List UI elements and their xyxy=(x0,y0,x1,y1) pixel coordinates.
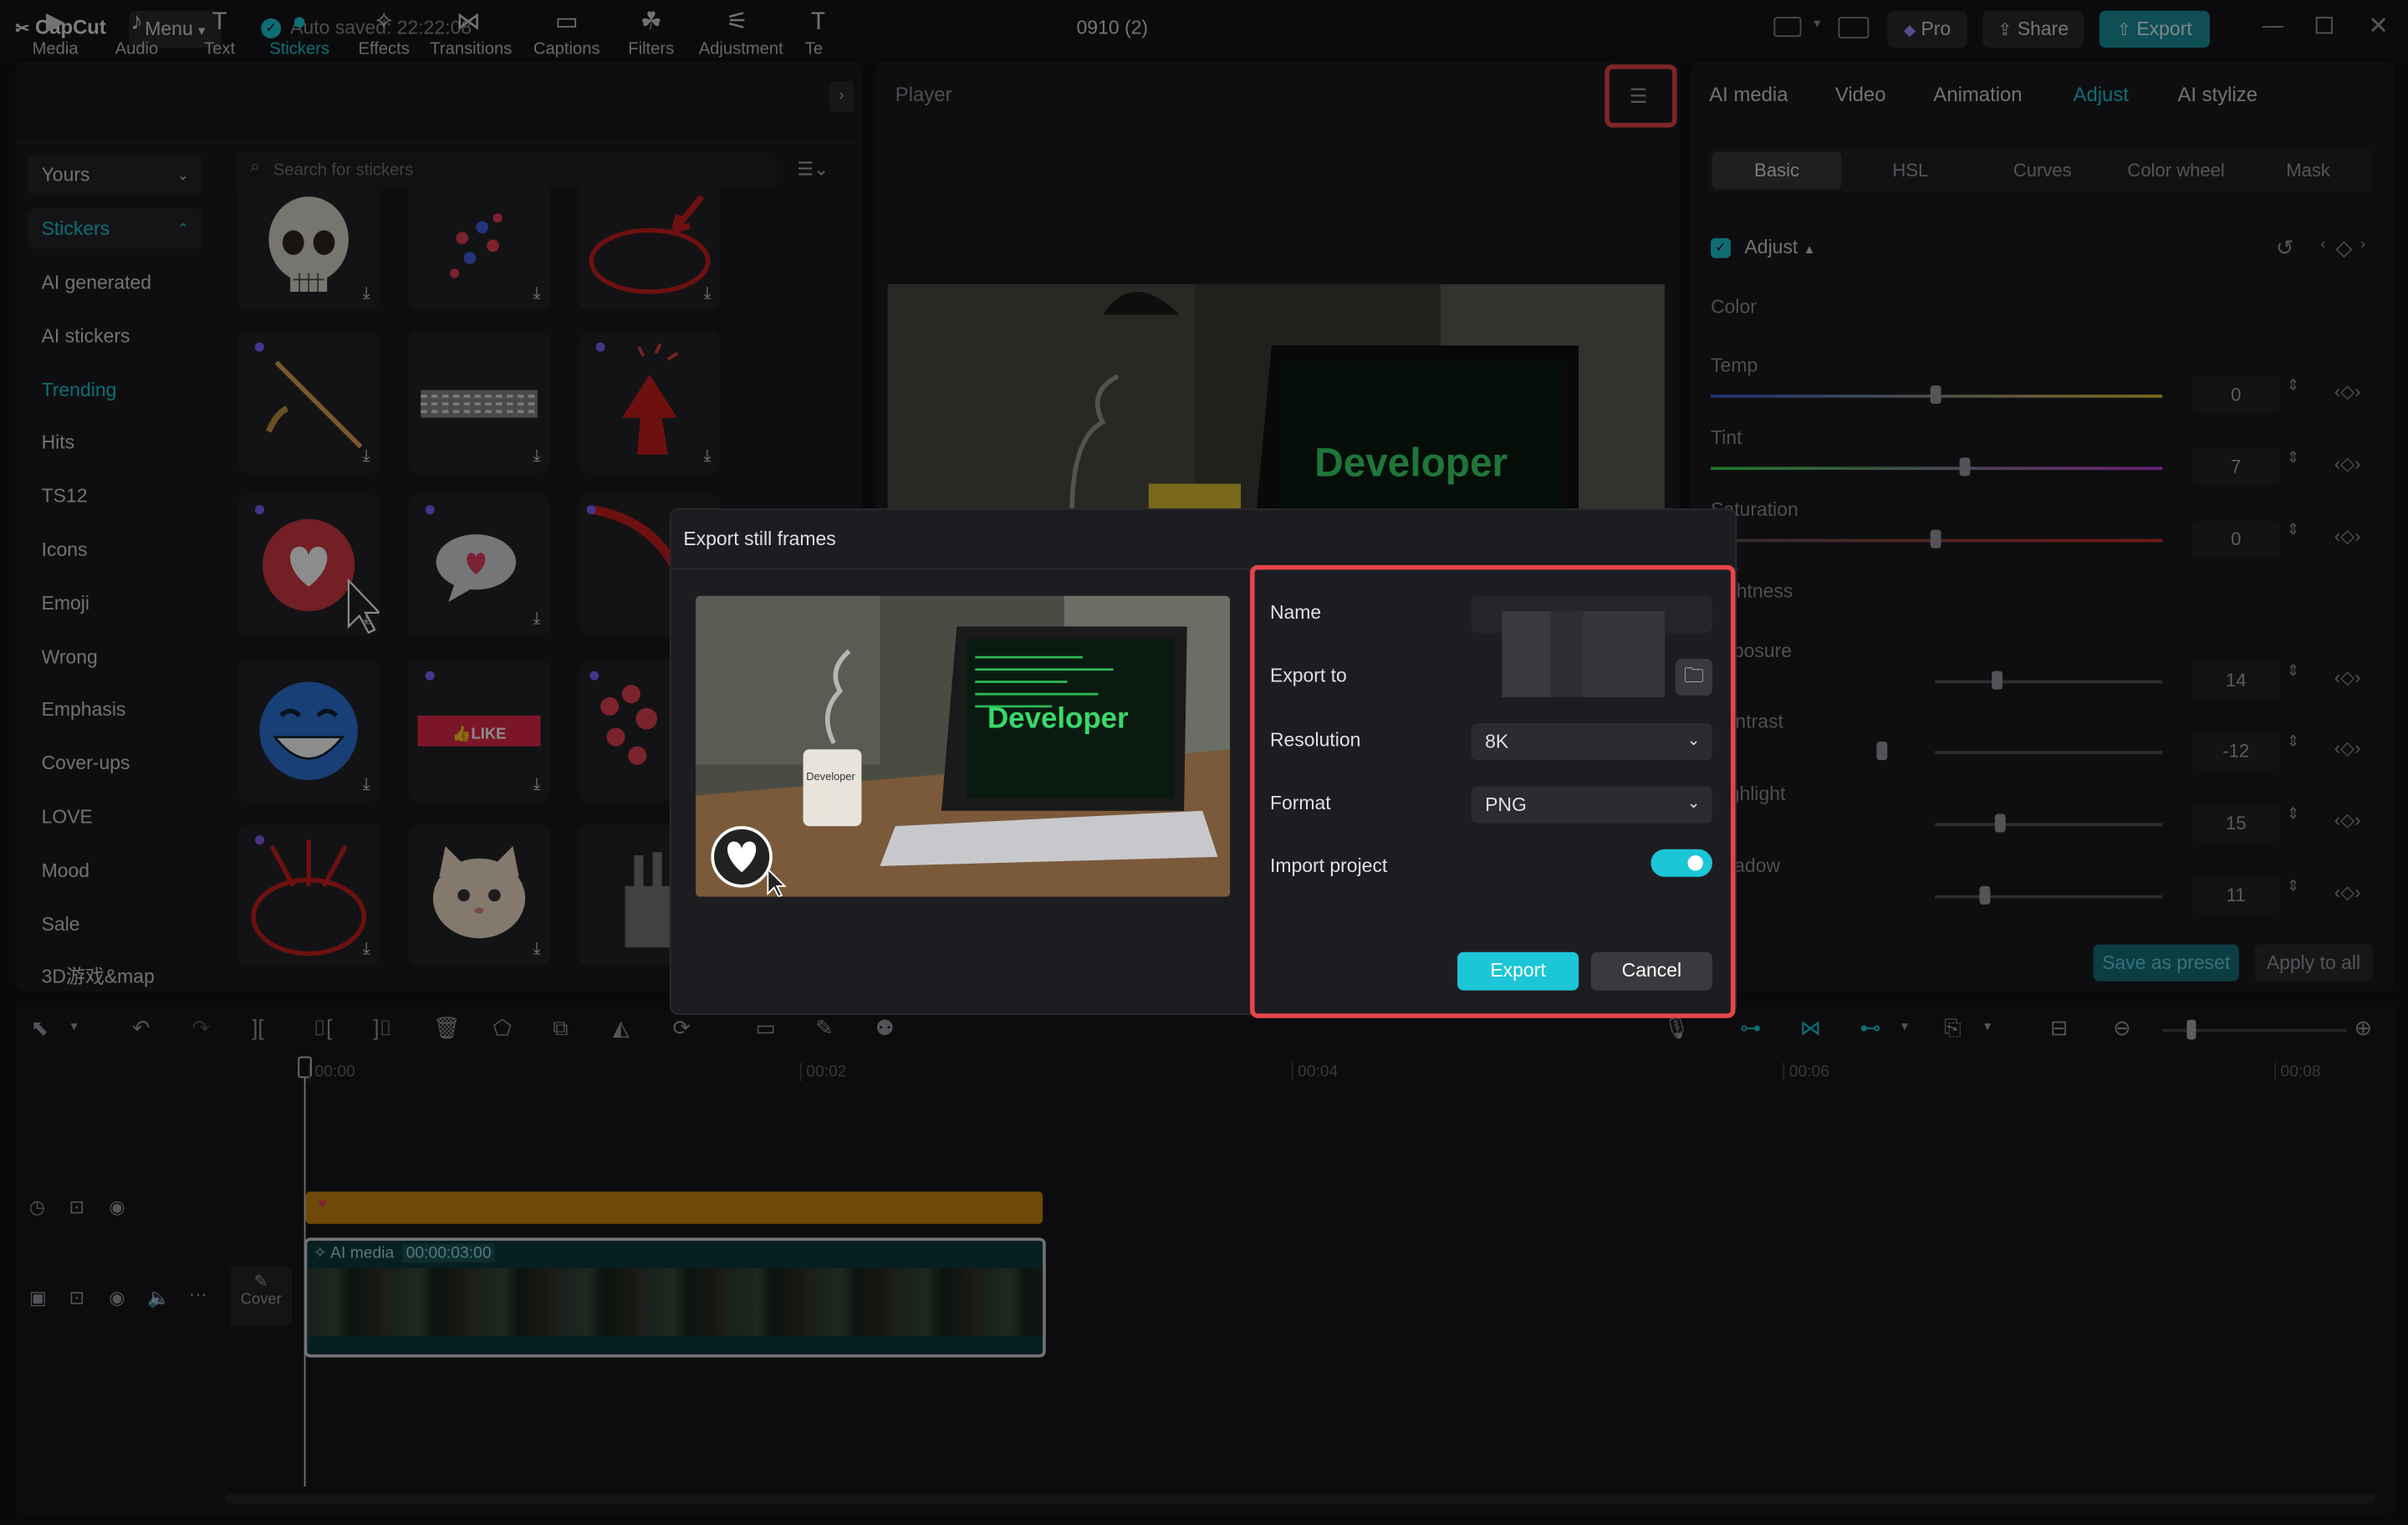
format-select[interactable]: PNG ⌄ xyxy=(1471,786,1712,824)
chevron-down-icon: ⌄ xyxy=(1686,732,1701,750)
dialog-title: Export still frames xyxy=(683,528,836,550)
cancel-button[interactable]: Cancel xyxy=(1590,951,1712,991)
desk-scene-preview: Developer Developer xyxy=(696,595,1231,897)
mug-text: Developer xyxy=(806,770,855,783)
resolution-select[interactable]: 8K ⌄ xyxy=(1471,723,1712,761)
export-button-label: Export xyxy=(1490,959,1546,982)
format-value: PNG xyxy=(1485,793,1527,816)
export-to-label: Export to xyxy=(1269,665,1347,687)
name-label: Name xyxy=(1269,601,1322,624)
folder-browse-button[interactable]: 🗀 xyxy=(1675,658,1712,696)
export-button[interactable]: Export xyxy=(1457,951,1579,991)
frame-preview-image: Developer Developer xyxy=(696,595,1231,897)
toggle-knob xyxy=(1687,855,1703,871)
chevron-down-icon: ⌄ xyxy=(1686,795,1701,813)
redacted-block xyxy=(1502,611,1665,697)
format-label: Format xyxy=(1269,792,1331,814)
resolution-label: Resolution xyxy=(1269,729,1361,752)
import-project-label: Import project xyxy=(1269,855,1388,877)
folder-icon: 🗀 xyxy=(1683,663,1704,687)
cancel-button-label: Cancel xyxy=(1621,959,1682,982)
resolution-value: 8K xyxy=(1485,731,1509,752)
preview-screen-text: Developer xyxy=(987,702,1129,735)
import-project-toggle[interactable] xyxy=(1650,849,1712,877)
